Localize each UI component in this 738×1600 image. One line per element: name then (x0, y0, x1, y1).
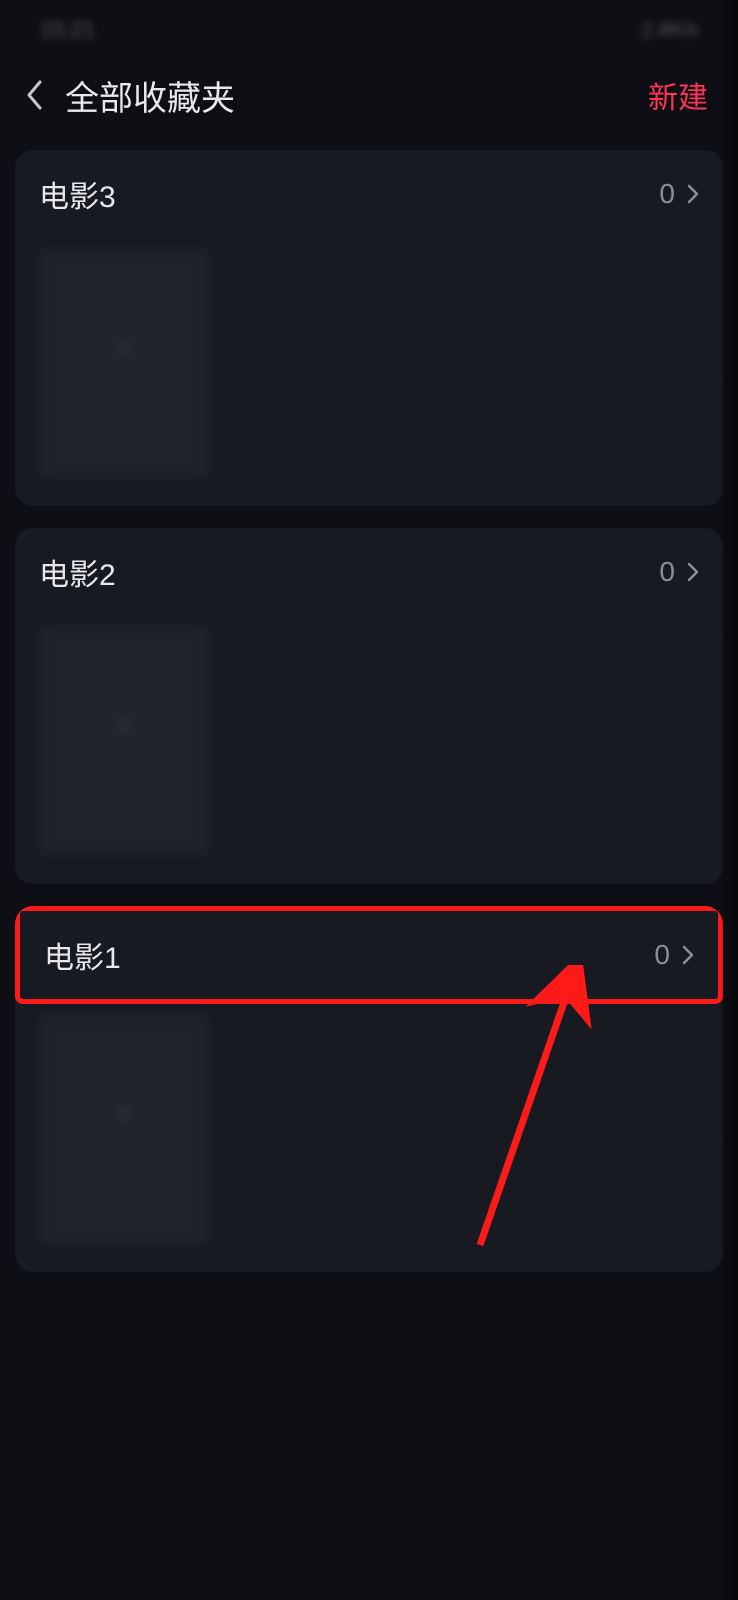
plus-icon: + (113, 1092, 134, 1134)
folder-card[interactable]: 电影3 0 + ···· (15, 150, 723, 506)
folder-body: + ···· (15, 238, 723, 506)
nav-header: 全部收藏夹 新建 (0, 60, 738, 130)
placeholder-text: ···· (108, 1146, 140, 1167)
add-item-placeholder[interactable]: + ···· (39, 248, 209, 478)
add-item-placeholder[interactable]: + ···· (39, 1014, 209, 1244)
folder-body: + ···· (15, 1004, 723, 1272)
placeholder-text: ···· (108, 380, 140, 401)
page-title: 全部收藏夹 (65, 71, 648, 120)
chevron-right-icon (687, 562, 699, 582)
plus-icon: + (113, 326, 134, 368)
add-item-placeholder[interactable]: + ···· (39, 626, 209, 856)
status-bar: 15:21 2.4K/s (0, 0, 738, 60)
folder-card[interactable]: 电影2 0 + ···· (15, 528, 723, 884)
chevron-right-icon (687, 184, 699, 204)
folder-header-highlighted[interactable]: 电影1 0 (15, 906, 723, 1004)
chevron-right-icon (682, 945, 694, 965)
chevron-left-icon (26, 80, 44, 110)
folder-name: 电影2 (39, 550, 659, 594)
folder-header[interactable]: 电影3 0 (15, 150, 723, 238)
status-time: 15:21 (40, 17, 95, 43)
folder-count: 0 (654, 939, 670, 971)
placeholder-text: ···· (108, 758, 140, 779)
folders-list: 电影3 0 + ···· 电影2 0 + ···· (0, 130, 738, 1314)
folder-count: 0 (659, 556, 675, 588)
folder-body: + ···· (15, 616, 723, 884)
status-indicators: 2.4K/s (641, 19, 698, 42)
folder-count: 0 (659, 178, 675, 210)
edge-shadow (720, 0, 738, 1600)
back-button[interactable] (15, 75, 55, 115)
folder-name: 电影3 (39, 172, 659, 216)
folder-card[interactable]: 电影1 0 + ···· (15, 906, 723, 1272)
plus-icon: + (113, 704, 134, 746)
folder-name: 电影1 (44, 933, 654, 977)
folder-header[interactable]: 电影2 0 (15, 528, 723, 616)
create-button[interactable]: 新建 (648, 73, 718, 117)
